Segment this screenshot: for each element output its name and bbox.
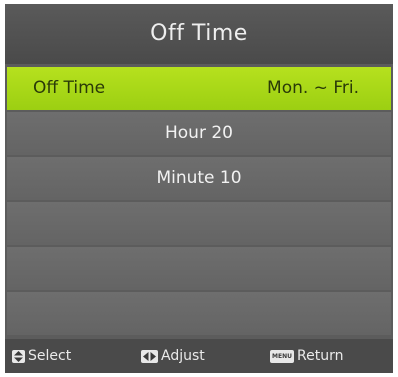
return-hint-label: Return <box>297 348 344 364</box>
row-hour[interactable]: Hour 20 <box>7 112 391 155</box>
empty-row <box>7 292 391 335</box>
return-hint: MENU Return <box>270 339 343 373</box>
hour-value: Hour 20 <box>165 123 233 143</box>
up-down-arrow-icon <box>12 349 25 363</box>
off-time-value: Mon. ~ Fri. <box>267 78 359 98</box>
select-hint-label: Select <box>28 348 72 364</box>
empty-row <box>7 202 391 245</box>
adjust-hint: Adjust <box>141 339 205 373</box>
menu-key-icon: MENU <box>270 349 294 363</box>
row-off-time[interactable]: Off Time Mon. ~ Fri. <box>7 67 391 110</box>
select-hint: Select <box>12 339 71 373</box>
key-hint-bar: Select Adjust MENU Return <box>5 339 393 373</box>
adjust-hint-label: Adjust <box>161 348 205 364</box>
menu-list: Off Time Mon. ~ Fri. Hour 20 Minute 10 <box>7 67 391 337</box>
osd-panel: Off Time Off Time Mon. ~ Fri. Hour 20 Mi… <box>5 4 393 373</box>
osd-title: Off Time <box>5 4 393 64</box>
row-minute[interactable]: Minute 10 <box>7 157 391 200</box>
off-time-label: Off Time <box>33 78 106 98</box>
empty-row <box>7 247 391 290</box>
left-right-arrow-icon <box>141 349 158 363</box>
minute-value: Minute 10 <box>156 168 242 188</box>
